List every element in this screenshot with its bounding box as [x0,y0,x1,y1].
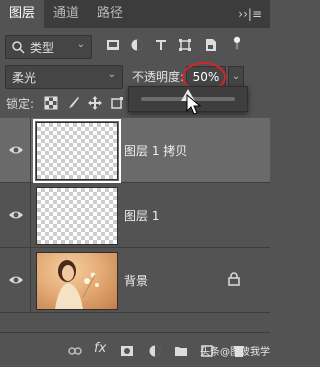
filter-kind-select[interactable]: 类型 ⌄ [5,35,92,59]
layer-row[interactable]: 背景 [0,248,270,313]
blend-mode-select[interactable]: 柔光 ⌄ [5,65,123,89]
smart-object-filter-icon[interactable] [204,38,218,52]
eye-icon[interactable] [8,209,24,221]
tab-layers[interactable]: 图层 [0,0,44,28]
lock-label: 锁定: [6,97,35,111]
filter-toggle-icon[interactable] [230,36,244,50]
row-divider [30,118,31,182]
chevron-down-icon: ⌄ [76,39,85,50]
adjustment-filter-icon[interactable] [130,38,144,52]
layers-list: 图层 1 拷贝 图层 1 背景 [0,118,270,332]
layer-name[interactable]: 背景 [124,272,148,289]
row-divider [30,183,31,247]
mouse-cursor-icon [186,94,202,115]
layer-thumbnail[interactable] [36,187,118,245]
layer-name[interactable]: 图层 1 [124,207,159,224]
shape-filter-icon[interactable] [178,38,192,52]
watermark: 头条@图彼我学 [200,347,270,358]
lock-artboard-icon[interactable] [110,96,124,110]
chevron-down-icon: ⌄ [107,69,116,80]
eye-icon[interactable] [8,274,24,286]
image-filter-icon[interactable] [106,38,120,52]
new-group-icon[interactable] [174,344,188,358]
link-layers-icon[interactable] [68,344,82,358]
filter-kind-label: 类型 [30,41,55,55]
panel-tab-bar: 图层 通道 路径 ››|≡ [0,0,270,28]
row-divider [30,248,31,312]
add-mask-icon[interactable] [120,344,134,358]
search-icon [12,41,25,54]
layer-row[interactable]: 图层 1 [0,183,270,248]
lock-image-pixels-icon[interactable] [66,96,80,110]
panel-menu-button[interactable]: ››|≡ [238,0,262,28]
opacity-dropdown-button[interactable]: ⌄ [228,66,244,88]
opacity-label: 不透明度: [132,70,185,84]
lock-icon [228,272,240,286]
portrait-image [55,260,99,309]
blend-opacity-row: 柔光 ⌄ 不透明度: 50% ⌄ [0,62,270,92]
lock-position-icon[interactable] [88,96,102,110]
background-photo-thumbnail[interactable] [36,252,118,310]
eye-icon[interactable] [8,144,24,156]
tab-paths[interactable]: 路径 [90,0,130,28]
type-filter-icon[interactable] [154,38,168,52]
layer-name[interactable]: 图层 1 拷贝 [124,142,187,159]
lock-transparent-pixels-icon[interactable] [44,96,58,110]
tab-channels[interactable]: 通道 [46,0,86,28]
adjustment-layer-icon[interactable] [148,344,162,358]
layer-row[interactable]: 图层 1 拷贝 [0,118,270,183]
layer-thumbnail[interactable] [33,119,121,183]
blend-mode-value: 柔光 [12,71,37,85]
fx-icon[interactable]: fx [94,341,106,356]
layer-filter-row: 类型 ⌄ [0,34,270,60]
